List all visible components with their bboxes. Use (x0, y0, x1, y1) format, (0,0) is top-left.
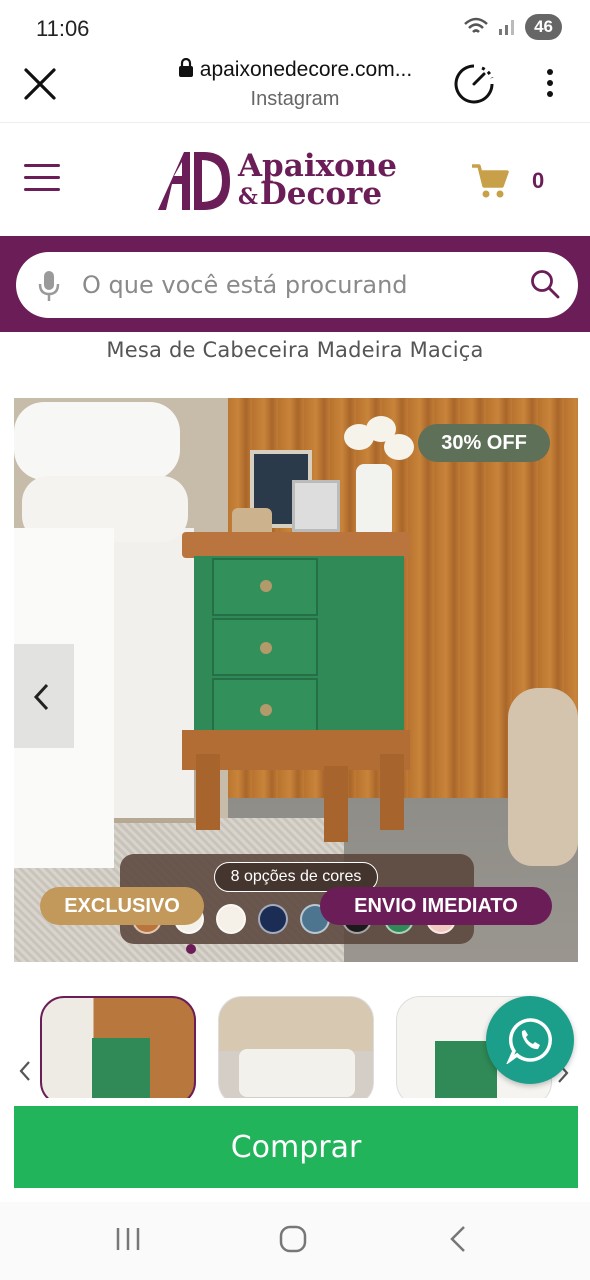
wifi-icon (464, 17, 488, 33)
toolbar-divider (0, 122, 590, 123)
menu-icon[interactable] (24, 164, 60, 194)
status-icons: 46 (463, 14, 562, 40)
carousel-dot[interactable] (186, 944, 196, 954)
site-logo[interactable]: Apaixone &Decore (156, 150, 397, 212)
back-icon[interactable] (448, 1224, 468, 1254)
recent-apps-icon[interactable] (114, 1224, 142, 1254)
status-bar: 11:06 46 (0, 0, 590, 56)
chevron-left-icon[interactable] (18, 1060, 32, 1082)
search-bar-section (0, 236, 590, 332)
product-title: Mesa de Cabeceira Madeira Maciça (106, 338, 484, 362)
cart-count: 0 (532, 168, 545, 193)
browser-toolbar: apaixonedecore.com... Instagram (0, 56, 590, 122)
discount-badge: 30% OFF (418, 424, 550, 462)
thumbnail-1[interactable] (40, 996, 196, 1106)
url-text: apaixonedecore.com... (199, 58, 413, 81)
signal-icon (499, 20, 515, 35)
logo-monogram (158, 152, 230, 210)
product-image-carousel[interactable]: 30% OFF 8 opções de cores EXCLUSIVO ENVI… (14, 398, 578, 962)
exclusive-tag: EXCLUSIVO (40, 887, 204, 925)
whatsapp-icon (506, 1018, 552, 1064)
search-input[interactable] (82, 266, 442, 304)
status-time: 11:06 (36, 16, 90, 41)
more-options-icon[interactable] (540, 66, 560, 102)
battery-indicator: 46 (525, 14, 562, 40)
logo-text-line2: Decore (259, 175, 383, 212)
logo-ampersand: & (238, 183, 258, 210)
speedometer-icon[interactable] (452, 62, 496, 106)
url-bar[interactable]: apaixonedecore.com... (0, 58, 590, 82)
search-icon[interactable] (530, 269, 560, 299)
lock-icon (178, 58, 193, 77)
cart-icon[interactable] (470, 162, 510, 200)
site-header: Apaixone &Decore 0 (0, 124, 590, 236)
system-nav-bar (0, 1202, 590, 1280)
carousel-prev-button[interactable] (14, 644, 74, 748)
shipping-tag: ENVIO IMEDIATO (320, 887, 552, 925)
microphone-icon[interactable] (38, 270, 60, 302)
whatsapp-button[interactable] (486, 996, 574, 1084)
search-box (16, 252, 578, 318)
color-swatch[interactable] (258, 904, 288, 934)
home-icon[interactable] (278, 1224, 308, 1254)
color-swatch[interactable] (216, 904, 246, 934)
thumbnail-2[interactable] (218, 996, 374, 1106)
url-source: Instagram (250, 88, 340, 110)
buy-section: Comprar (0, 1098, 590, 1202)
chevron-left-icon (33, 683, 49, 711)
buy-button[interactable]: Comprar (14, 1106, 578, 1188)
